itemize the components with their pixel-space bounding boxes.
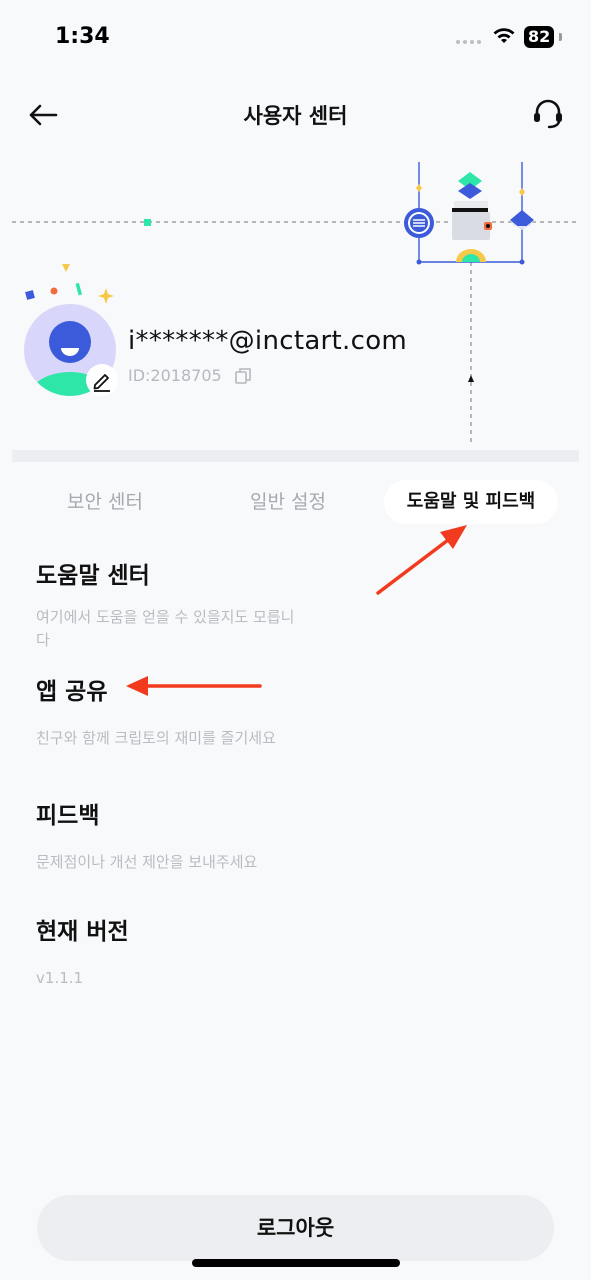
help-center-title: 도움말 센터 <box>36 563 150 589</box>
user-id: ID:2018705 <box>128 366 222 385</box>
current-version-title: 현재 버전 <box>36 919 129 945</box>
tab-bar: 보안 센터 일반 설정 도움말 및 피드백 <box>0 480 591 526</box>
current-version-item: 현재 버전 v1.1.1 <box>36 912 316 990</box>
battery-tip <box>559 33 562 41</box>
edit-profile-button[interactable] <box>86 364 118 396</box>
copy-icon[interactable] <box>234 367 252 385</box>
status-time: 1:34 <box>55 24 110 49</box>
feedback-desc: 문제점이나 개선 제안을 보내주세요 <box>36 853 258 871</box>
current-version-value: v1.1.1 <box>36 969 84 987</box>
help-center-desc: 여기에서 도움을 얻을 수 있을지도 모릅니다 <box>36 608 295 649</box>
home-indicator <box>192 1259 400 1267</box>
header: 사용자 센터 <box>0 80 591 148</box>
cellular-signal-icon <box>456 40 481 44</box>
share-app-item[interactable]: 앱 공유 친구와 함께 크립토의 재미를 즐기세요 <box>36 672 316 750</box>
user-email: i*******@inctart.com <box>128 326 408 356</box>
help-center-item[interactable]: 도움말 센터 여기에서 도움을 얻을 수 있을지도 모릅니다 <box>36 556 316 652</box>
section-divider <box>12 450 579 462</box>
feedback-item[interactable]: 피드백 문제점이나 개선 제안을 보내주세요 <box>36 796 316 874</box>
tab-security-center[interactable]: 보안 센터 <box>46 480 164 524</box>
headset-icon[interactable] <box>530 96 566 132</box>
page-title: 사용자 센터 <box>243 104 348 128</box>
share-app-desc: 친구와 함께 크립토의 재미를 즐기세요 <box>36 729 276 747</box>
wifi-icon <box>493 28 515 43</box>
share-app-title: 앱 공유 <box>36 679 108 705</box>
tab-help-feedback[interactable]: 도움말 및 피드백 <box>384 480 558 524</box>
status-bar: 1:34 82 <box>0 0 591 76</box>
feedback-title: 피드백 <box>36 803 100 829</box>
logout-button[interactable]: 로그아웃 <box>37 1195 554 1261</box>
pencil-icon <box>93 374 110 392</box>
annotation-arrow-to-tab <box>376 525 467 595</box>
tab-general-settings[interactable]: 일반 설정 <box>232 480 344 524</box>
battery-indicator: 82 <box>524 26 555 48</box>
banner-illustration <box>12 162 580 444</box>
